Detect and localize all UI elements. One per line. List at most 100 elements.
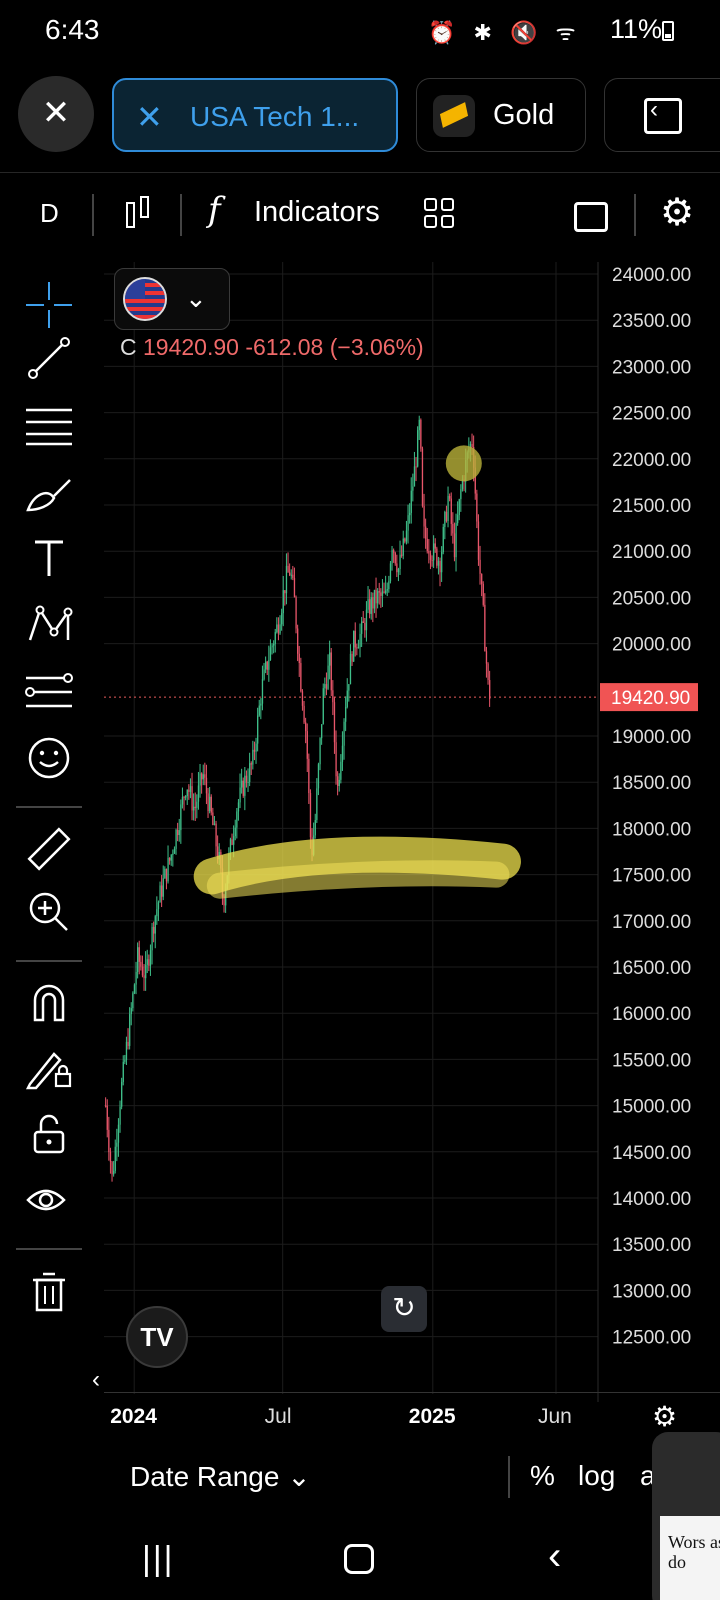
chevron-down-icon: ⌄ xyxy=(287,1461,311,1492)
candle-body xyxy=(487,663,489,681)
text-icon[interactable] xyxy=(16,536,82,590)
time-tick-label: 2025 xyxy=(408,1405,456,1428)
price-tick-label: 16500.00 xyxy=(612,958,691,979)
candle-body xyxy=(396,563,398,573)
candle-body xyxy=(324,684,326,689)
magnet-icon[interactable] xyxy=(16,980,82,1034)
candle-body xyxy=(369,599,371,614)
candle-body xyxy=(362,621,364,623)
indicators-button[interactable]: Indicators xyxy=(254,196,380,229)
candle-body xyxy=(441,552,443,573)
price-tick-label: 18000.00 xyxy=(612,819,691,840)
lock-drawing-icon[interactable] xyxy=(16,1046,82,1100)
candle-body xyxy=(415,466,417,468)
tab-usa-tech-100[interactable]: ✕ USA Tech 1... xyxy=(112,78,398,152)
price-tick-label: 24000.00 xyxy=(612,265,691,286)
tab-label: Gold xyxy=(493,99,555,131)
divider xyxy=(634,194,636,236)
candle-body xyxy=(301,691,304,706)
time-axis[interactable]: 2024 Jul 2025 Jun xyxy=(104,1392,720,1432)
tradingview-logo[interactable]: TV xyxy=(126,1306,188,1368)
candle-body xyxy=(378,591,380,593)
collapse-sidebar-icon[interactable]: ‹ xyxy=(92,1366,100,1394)
candle-body xyxy=(434,543,436,549)
candle-body xyxy=(114,1146,116,1171)
chart-canvas[interactable]: 24000.00 23500.00 23000.00 22500.00 22000.00… xyxy=(104,262,720,1402)
battery-percentage: 11% xyxy=(610,14,663,44)
trend-line-icon[interactable] xyxy=(16,336,82,390)
axis-settings-icon[interactable]: ⚙ xyxy=(652,1400,677,1433)
fib-icon[interactable] xyxy=(16,404,82,458)
interval-button[interactable]: D xyxy=(40,198,59,229)
reset-chart-icon[interactable]: ↻ xyxy=(381,1286,427,1332)
symbol-selector[interactable]: ⌄ xyxy=(114,268,230,330)
brush-icon[interactable] xyxy=(16,470,82,524)
forecast-icon[interactable] xyxy=(16,670,82,724)
ruler-icon[interactable] xyxy=(16,824,82,878)
candle-body xyxy=(351,653,353,662)
candle-body xyxy=(327,665,329,689)
emoji-icon[interactable] xyxy=(16,736,82,790)
divider xyxy=(16,806,82,808)
zoom-in-icon[interactable] xyxy=(16,890,82,944)
close-tabs-button[interactable]: ✕ xyxy=(18,76,94,152)
unlock-icon[interactable] xyxy=(16,1112,82,1166)
price-tick-label: 20000.00 xyxy=(612,635,691,656)
function-icon[interactable]: f xyxy=(208,190,221,230)
price-tick-label: 19000.00 xyxy=(612,727,691,748)
current-price-label: 19420.90 xyxy=(611,688,690,709)
candle-body xyxy=(122,1061,124,1082)
candle-body xyxy=(343,721,345,746)
candle-body xyxy=(117,1124,120,1143)
candle-body xyxy=(237,802,240,812)
close-value: 19420.90 xyxy=(143,334,239,360)
price-chart[interactable]: 24000.00 23500.00 23000.00 22500.00 22000.00… xyxy=(104,262,720,1402)
candle-body xyxy=(154,916,156,934)
candlestick-icon[interactable] xyxy=(126,192,152,238)
candle-body xyxy=(141,966,144,976)
close-label: C xyxy=(120,334,137,360)
candle-body xyxy=(173,848,176,854)
home-button[interactable] xyxy=(344,1544,374,1574)
date-range-button[interactable]: Date Range ⌄ xyxy=(130,1460,311,1493)
candle-body xyxy=(445,511,448,521)
candle-body xyxy=(181,796,184,805)
trash-icon[interactable] xyxy=(16,1270,82,1324)
candle-body xyxy=(433,543,435,561)
pattern-icon[interactable] xyxy=(16,602,82,656)
candle-body xyxy=(261,679,264,704)
candle-body xyxy=(175,829,177,849)
layout-grid-icon[interactable] xyxy=(424,198,456,230)
candle-body xyxy=(138,947,140,962)
candle-body xyxy=(159,885,161,903)
tab-gold[interactable]: Gold xyxy=(416,78,586,152)
candle-body xyxy=(183,796,185,798)
candle-body xyxy=(258,705,260,716)
candle-body xyxy=(156,909,158,917)
candle-body xyxy=(295,597,297,629)
candle-body xyxy=(460,489,462,500)
recent-apps-button[interactable]: ||| xyxy=(142,1540,175,1579)
log-scale-button[interactable]: log xyxy=(578,1460,615,1492)
percent-scale-button[interactable]: % xyxy=(530,1460,555,1492)
candle-body xyxy=(300,663,302,692)
divider xyxy=(16,960,82,962)
status-bar: 6:43 ⏰ ✱ 🔇 ᯤ 11% xyxy=(0,0,720,62)
candle-body xyxy=(263,669,265,680)
eye-icon[interactable] xyxy=(16,1178,82,1232)
candle-body xyxy=(284,590,286,594)
close-icon[interactable]: ✕ xyxy=(136,98,163,136)
gear-icon[interactable]: ⚙ xyxy=(660,190,694,235)
back-button[interactable]: ‹ xyxy=(548,1534,561,1579)
side-panel-icon[interactable] xyxy=(644,96,682,134)
candle-body xyxy=(348,684,350,691)
date-range-label: Date Range xyxy=(130,1461,280,1492)
candle-body xyxy=(444,511,446,527)
candle-body xyxy=(153,926,155,934)
gold-bar-icon xyxy=(433,95,475,137)
price-tick-label: 17000.00 xyxy=(612,912,691,933)
candle-body xyxy=(197,785,200,802)
candle-body xyxy=(201,773,203,780)
fullscreen-icon[interactable] xyxy=(574,202,608,232)
price-tick-label: 12500.00 xyxy=(612,1328,691,1349)
